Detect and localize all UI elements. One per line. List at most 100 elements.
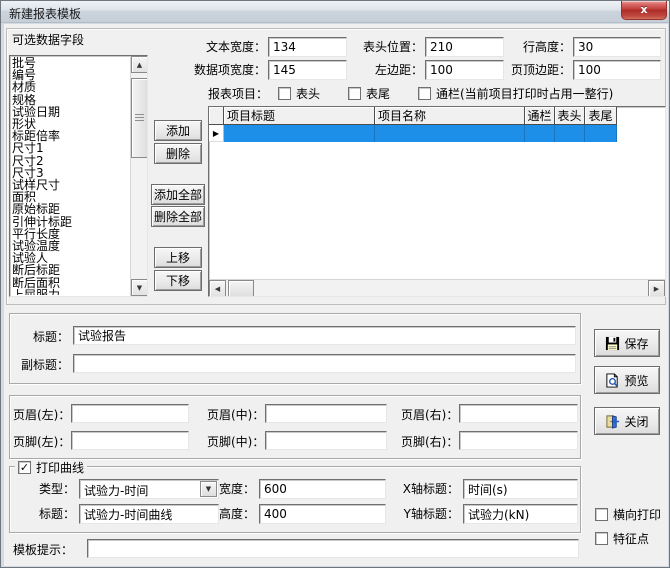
available-fields-listbox[interactable]: 批号编号材质规格试验日期形状标距倍率尺寸1尺寸2尺寸3试样尺寸面积原始标距引伸计… <box>9 55 148 297</box>
report-items-grid[interactable]: 项目标题 项目名称 通栏 表头 表尾 ▶ ◀ ▶ <box>208 106 666 297</box>
row-marker-icon: ▶ <box>209 125 224 142</box>
hscrollbar-thumb[interactable] <box>228 280 254 297</box>
data-item-width-input[interactable] <box>268 60 347 80</box>
grid-cell[interactable] <box>224 125 375 142</box>
feature-points-label[interactable]: 特征点 <box>613 532 649 546</box>
available-fields-items: 批号编号材质规格试验日期形状标距倍率尺寸1尺寸2尺寸3试样尺寸面积原始标距引伸计… <box>12 57 130 295</box>
save-button[interactable]: 保存 <box>594 329 660 357</box>
grid-marker-header <box>209 107 224 125</box>
list-item[interactable]: 尺寸1 <box>12 142 130 154</box>
available-fields-label: 可选数据字段 <box>12 33 84 47</box>
list-item[interactable]: 断后标距 <box>12 264 130 276</box>
list-item[interactable]: 规格 <box>12 94 130 106</box>
report-title-input[interactable] <box>73 326 576 345</box>
title-bar[interactable]: 新建报表模板 x <box>1 1 669 23</box>
grid-cell[interactable] <box>525 125 555 142</box>
y-axis-title-input[interactable] <box>463 504 578 524</box>
curve-title-label: 标题： <box>33 507 75 521</box>
scroll-left-button[interactable]: ◀ <box>209 280 226 297</box>
close-button-label: 关闭 <box>624 413 648 430</box>
preview-button[interactable]: 预览 <box>594 366 660 394</box>
row-height-input[interactable] <box>573 37 661 57</box>
save-button-label: 保存 <box>624 335 648 352</box>
close-button[interactable]: 关闭 <box>594 407 660 435</box>
curve-width-input[interactable] <box>259 479 386 499</box>
selected-grid-row[interactable]: ▶ <box>209 125 617 142</box>
page-header-right-input[interactable] <box>459 404 578 423</box>
report-item-label: 报表项目： <box>208 87 268 101</box>
grid-horizontal-scrollbar[interactable]: ◀ ▶ <box>209 279 665 296</box>
text-width-label: 文本宽度： <box>194 40 266 54</box>
right-arrow-icon: ▶ <box>654 285 659 293</box>
header-position-input[interactable] <box>425 37 504 57</box>
print-curve-checkbox[interactable]: ✓ <box>18 461 31 474</box>
save-icon <box>605 336 620 351</box>
text-width-input[interactable] <box>268 37 347 57</box>
list-item[interactable]: 上屈服力 <box>12 289 130 295</box>
report-subtitle-input[interactable] <box>73 354 576 373</box>
grid-cell[interactable] <box>555 125 585 142</box>
scroll-down-button[interactable]: ▼ <box>131 279 148 296</box>
dropdown-arrow-icon: ▼ <box>206 485 211 493</box>
window-title: 新建报表模板 <box>9 5 81 22</box>
list-item[interactable]: 材质 <box>12 81 130 93</box>
data-item-width-label: 数据项宽度： <box>182 63 266 77</box>
preview-button-label: 预览 <box>624 372 648 389</box>
page-header-right-label: 页眉(右)： <box>401 408 458 422</box>
landscape-print-label[interactable]: 横向打印 <box>613 508 661 522</box>
list-item[interactable]: 引伸计标距 <box>12 216 130 228</box>
add-all-button[interactable]: 添加全部 <box>151 184 205 205</box>
report-subtitle-label: 副标题： <box>7 358 69 372</box>
remove-all-button[interactable]: 删除全部 <box>151 206 205 227</box>
grid-cell[interactable] <box>375 125 525 142</box>
curve-type-value: 试验力-时间 <box>84 482 148 499</box>
page-footer-left-label: 页脚(左)： <box>13 435 70 449</box>
row-height-label: 行高度： <box>501 40 571 54</box>
top-margin-label: 页顶边距： <box>501 63 571 77</box>
curve-height-input[interactable] <box>259 504 386 524</box>
curve-type-combobox[interactable]: 试验力-时间 ▼ <box>79 479 219 499</box>
list-item[interactable]: 尺寸2 <box>12 155 130 167</box>
page-footer-center-input[interactable] <box>265 431 387 450</box>
up-arrow-icon: ▲ <box>137 61 142 69</box>
down-arrow-icon: ▼ <box>137 284 142 292</box>
grid-column-header[interactable]: 表头 <box>555 107 585 125</box>
page-footer-right-input[interactable] <box>459 431 578 450</box>
listbox-vertical-scrollbar[interactable]: ▲ ▼ <box>130 56 147 296</box>
dialog-new-report-template: 新建报表模板 x 可选数据字段 批号编号材质规格试验日期形状标距倍率尺寸1尺寸2… <box>0 0 670 568</box>
feature-points-checkbox[interactable] <box>595 532 608 545</box>
grid-cell[interactable] <box>585 125 617 142</box>
remove-button[interactable]: 删除 <box>154 143 202 164</box>
page-footer-left-input[interactable] <box>71 431 189 450</box>
move-down-button[interactable]: 下移 <box>154 270 202 291</box>
curve-width-label: 宽度： <box>215 482 255 496</box>
list-item[interactable]: 原始标距 <box>12 203 130 215</box>
grid-column-item-name[interactable]: 项目名称 <box>375 107 525 125</box>
scroll-right-button[interactable]: ▶ <box>648 280 665 297</box>
fullrow-checkbox-label[interactable]: 通栏(当前项目打印时占用一整行) <box>436 87 613 101</box>
page-header-left-input[interactable] <box>71 404 189 423</box>
landscape-print-checkbox[interactable] <box>595 508 608 521</box>
move-up-button[interactable]: 上移 <box>154 247 202 268</box>
footer-checkbox[interactable] <box>348 87 361 100</box>
template-hint-input[interactable] <box>87 539 579 558</box>
page-header-center-label: 页眉(中)： <box>207 408 264 422</box>
page-header-center-input[interactable] <box>265 404 387 423</box>
close-window-button[interactable]: x <box>621 1 667 20</box>
grid-column-fullrow[interactable]: 通栏 <box>525 107 555 125</box>
check-icon: ✓ <box>20 461 29 474</box>
left-margin-input[interactable] <box>425 60 504 80</box>
header-checkbox[interactable] <box>278 87 291 100</box>
grid-column-footer[interactable]: 表尾 <box>585 107 617 125</box>
fullrow-checkbox[interactable] <box>418 87 431 100</box>
header-checkbox-label[interactable]: 表头 <box>296 87 320 101</box>
footer-checkbox-label[interactable]: 表尾 <box>366 87 390 101</box>
add-button[interactable]: 添加 <box>154 120 202 141</box>
print-curve-label[interactable]: 打印曲线 <box>36 459 84 476</box>
grid-column-item-title[interactable]: 项目标题 <box>224 107 375 125</box>
x-axis-title-input[interactable] <box>463 479 578 499</box>
top-margin-input[interactable] <box>573 60 661 80</box>
curve-title-input[interactable] <box>79 504 219 524</box>
scroll-up-button[interactable]: ▲ <box>131 56 148 73</box>
scrollbar-thumb[interactable] <box>131 78 148 158</box>
